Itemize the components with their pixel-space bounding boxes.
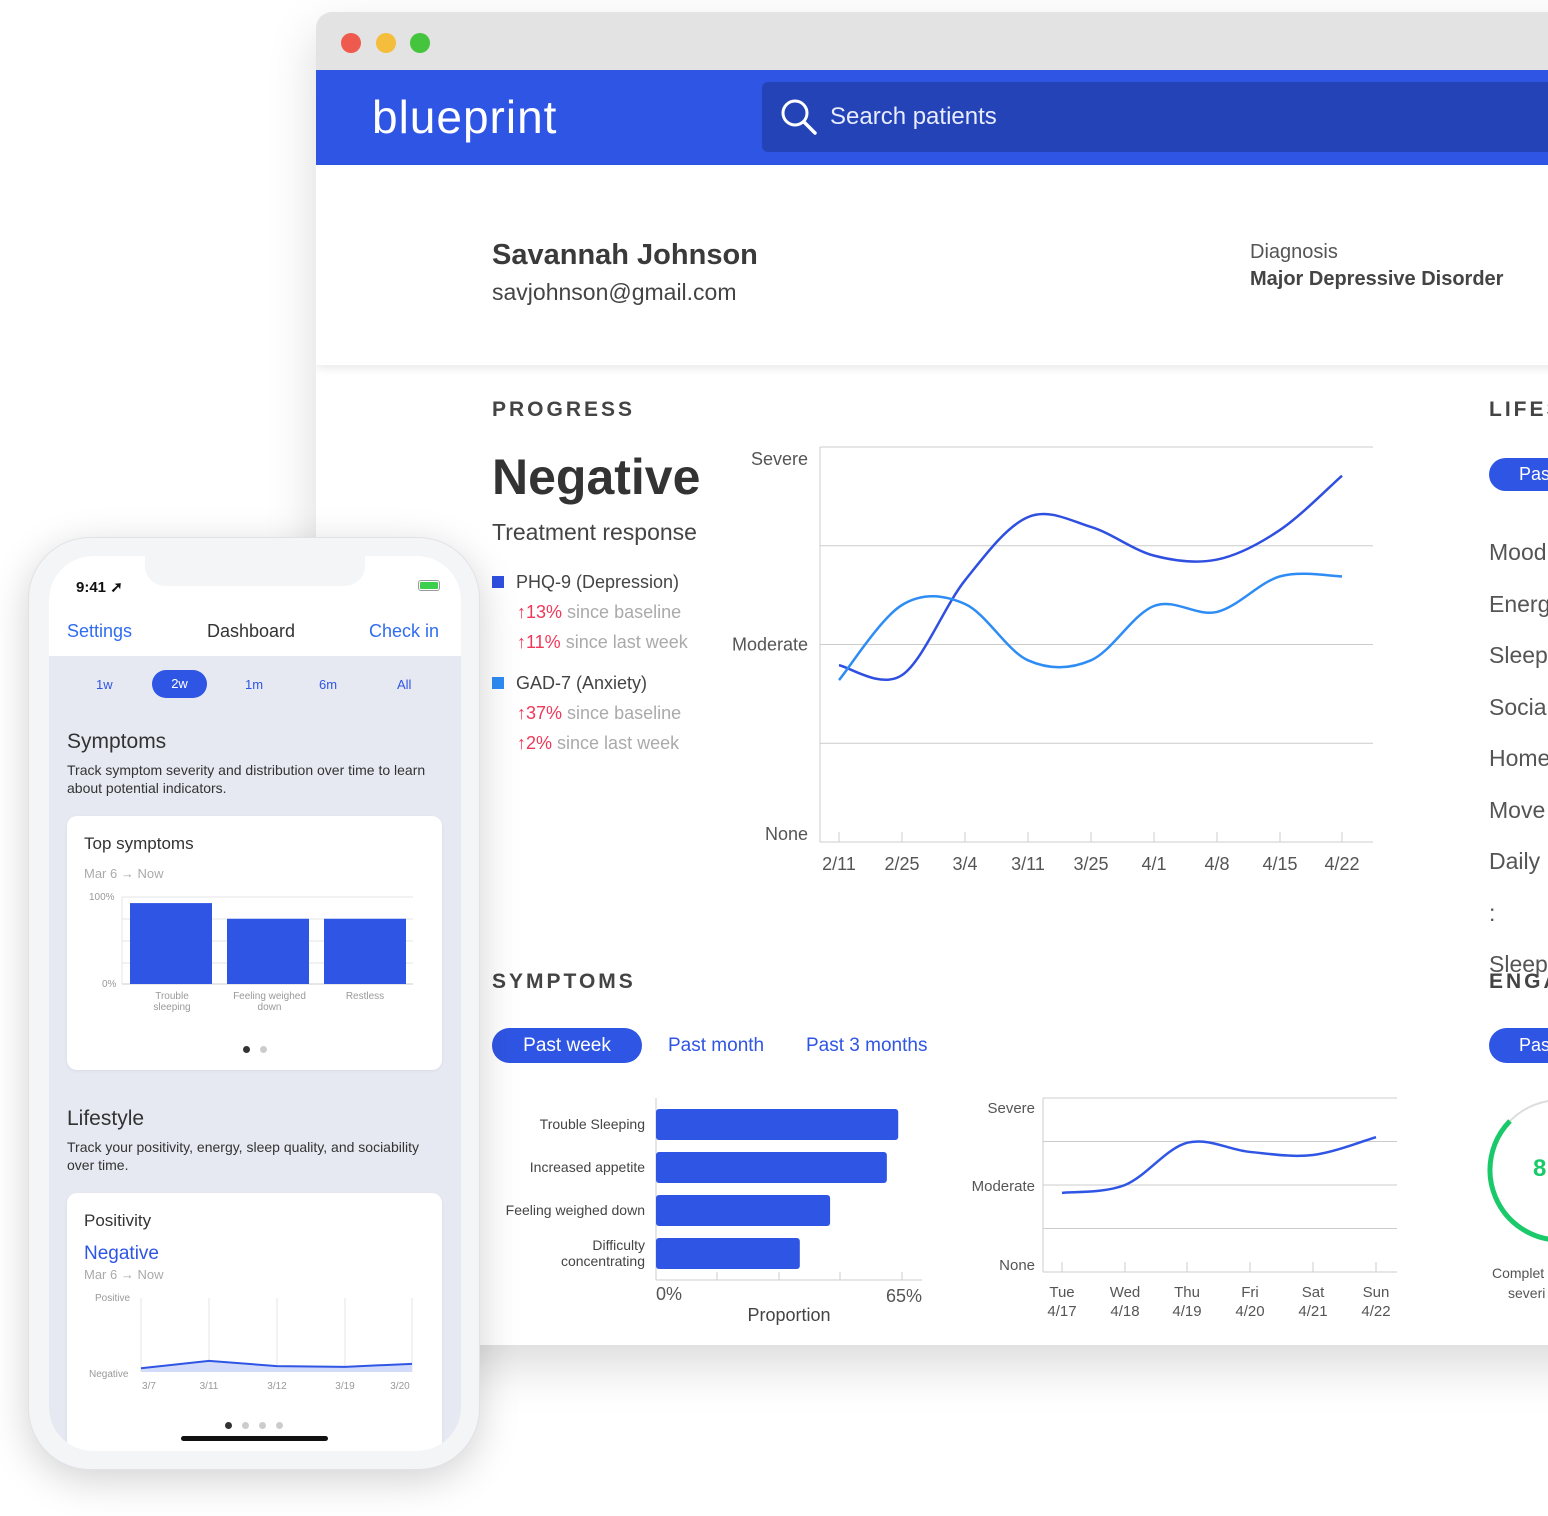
bar-label: Feeling weighed down <box>506 1202 645 1218</box>
x-tick-label: 4/18 <box>1110 1303 1139 1320</box>
top-symptoms-card[interactable]: Top symptoms Mar 6 → Now 100% 0% Trouble… <box>67 816 442 1070</box>
lifestyle-metric-item[interactable]: Home <box>1489 733 1548 785</box>
phone-screen: 9:41 ➚ Settings Dashboard Check in 2w 1w… <box>49 556 461 1451</box>
engagement-caption: Complet <box>1492 1265 1545 1281</box>
range-all[interactable]: All <box>397 677 411 692</box>
tab-past-month[interactable]: Past month <box>668 1035 764 1057</box>
bar-feeling-weighed-down <box>656 1195 831 1226</box>
phone-nav-title: Dashboard <box>207 621 296 641</box>
y-tick-label: Moderate <box>732 635 808 655</box>
bar-label: concentrating <box>561 1253 645 1269</box>
x-tick-label: Wed <box>1110 1284 1141 1301</box>
y-tick-label: 0% <box>102 979 117 990</box>
bar-difficulty-concentrating <box>656 1238 800 1269</box>
status-time: 9:41 ➚ <box>76 579 123 596</box>
lifestyle-heading: Lifestyle <box>67 1107 145 1130</box>
x-tick-label: Feeling weighed down <box>233 991 306 1013</box>
x-tick-label: 4/22 <box>1324 854 1359 874</box>
card-date-range: Mar 6 → Now <box>84 866 164 881</box>
y-tick-label: Severe <box>987 1100 1035 1117</box>
x-tick-label: Sun <box>1363 1284 1390 1301</box>
y-tick-label: Negative <box>89 1369 129 1380</box>
engagement-gauge-value: 8 <box>1533 1155 1547 1182</box>
x-tick-label: 4/21 <box>1298 1303 1327 1320</box>
y-tick-label: 100% <box>89 892 115 903</box>
lifestyle-metric-item[interactable]: Mood <box>1489 527 1548 579</box>
x-tick-label: 65% <box>886 1286 922 1306</box>
bar-label: Increased appetite <box>530 1159 645 1175</box>
x-tick-label: 4/15 <box>1262 854 1297 874</box>
lifestyle-section-title: LIFES <box>1489 398 1548 421</box>
bar-label: Trouble Sleeping <box>540 1116 645 1132</box>
x-tick-label: 2/25 <box>884 854 919 874</box>
positivity-value: Negative <box>84 1243 159 1264</box>
engagement-range-tab[interactable]: Pas <box>1489 1028 1548 1063</box>
bar-increased-appetite <box>656 1152 887 1183</box>
positivity-card[interactable]: Positivity Negative Mar 6 → Now Positive… <box>67 1193 442 1451</box>
settings-button[interactable]: Settings <box>67 621 132 642</box>
bar-trouble-sleeping <box>656 1109 899 1140</box>
x-tick-label: 4/20 <box>1235 1303 1264 1320</box>
engagement-caption: severi <box>1508 1285 1546 1301</box>
bar-label: Difficulty <box>592 1237 645 1253</box>
series-line-PHQ-9 (Depression) <box>838 474 1343 682</box>
tab-past-week[interactable]: Past week <box>492 1028 642 1063</box>
range-6m[interactable]: 6m <box>319 677 337 692</box>
x-tick-label: 3/4 <box>952 854 977 874</box>
range-1w[interactable]: 1w <box>96 677 113 692</box>
y-tick-label: None <box>765 824 808 844</box>
y-tick-label: Severe <box>751 449 808 469</box>
lifestyle-metric-item[interactable]: Daily : <box>1489 836 1548 939</box>
symptoms-section-title: SYMPTOMS <box>492 970 636 993</box>
x-tick-label: 4/22 <box>1361 1303 1390 1320</box>
check-in-button[interactable]: Check in <box>369 621 439 642</box>
home-indicator[interactable] <box>181 1436 328 1441</box>
lifestyle-description: Track your positivity, energy, sleep qua… <box>67 1139 419 1173</box>
lifestyle-range-tab[interactable]: Pas <box>1489 458 1548 491</box>
lifestyle-metric-item[interactable]: Sleep <box>1489 630 1548 682</box>
lifestyle-metric-item[interactable]: Move <box>1489 785 1548 837</box>
x-tick-label: 3/11 <box>1011 854 1045 874</box>
series-line-severity <box>1061 1135 1377 1195</box>
phone-notch <box>145 556 365 586</box>
x-tick-label: Fri <box>1241 1284 1259 1301</box>
symptoms-heading: Symptoms <box>67 730 167 753</box>
lifestyle-metric-item[interactable]: Socia <box>1489 682 1548 734</box>
card-title: Positivity <box>84 1211 152 1230</box>
symptoms-description: Track symptom severity and distribution … <box>67 762 426 796</box>
x-tick-label: 4/1 <box>1141 854 1166 874</box>
card-date-range: Mar 6 → Now <box>84 1267 164 1282</box>
range-1m[interactable]: 1m <box>245 677 263 692</box>
range-2w[interactable]: 2w <box>152 670 207 698</box>
page-indicator[interactable] <box>225 1422 285 1430</box>
x-tick-label: Tue <box>1049 1284 1074 1301</box>
x-tick-label: Thu <box>1174 1284 1200 1301</box>
x-axis-label: Proportion <box>747 1305 830 1325</box>
x-tick-label: Sat <box>1302 1284 1325 1301</box>
lifestyle-metric-list: Mood Energ Sleep Socia Home Move Daily : Sleep <box>1489 527 1548 991</box>
x-tick-label: 4/8 <box>1204 854 1229 874</box>
x-tick-label: 3/25 <box>1073 854 1108 874</box>
engagement-section-title: ENGA <box>1489 970 1548 993</box>
lifestyle-metric-item[interactable]: Energ <box>1489 579 1548 631</box>
x-tick-label: 0% <box>656 1284 682 1304</box>
page-indicator[interactable] <box>243 1046 273 1054</box>
y-tick-label: Moderate <box>972 1178 1035 1195</box>
x-tick-label: 4/19 <box>1172 1303 1201 1320</box>
card-title: Top symptoms <box>84 834 194 853</box>
x-tick-label: 4/17 <box>1047 1303 1076 1320</box>
tab-past-3-months[interactable]: Past 3 months <box>806 1035 927 1057</box>
y-tick-label: None <box>999 1257 1035 1274</box>
x-tick-label: 2/11 <box>822 854 856 874</box>
x-tick-label: Trouble sleeping <box>153 991 191 1013</box>
y-tick-label: Positive <box>95 1293 131 1304</box>
x-tick-label: Restless <box>345 991 385 1002</box>
battery-icon <box>418 580 440 591</box>
phone-nav-area: 9:41 ➚ Settings Dashboard Check in <box>49 556 461 656</box>
phone-mockup: 9:41 ➚ Settings Dashboard Check in 2w 1w… <box>28 537 480 1470</box>
